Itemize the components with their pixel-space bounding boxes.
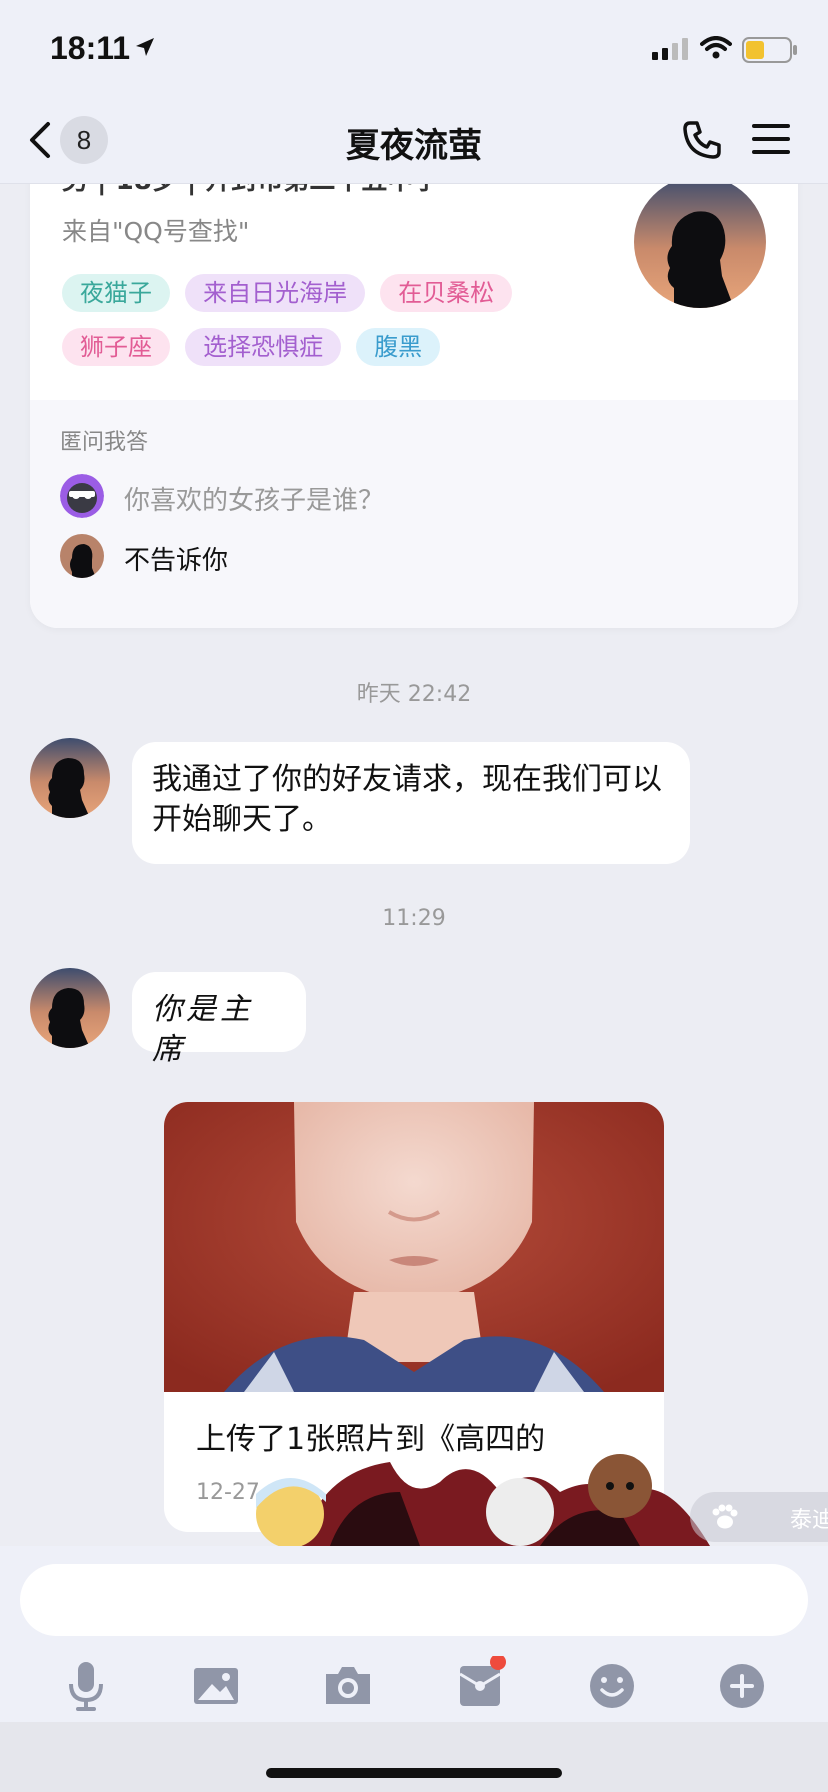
anonymous-avatar-icon	[60, 474, 104, 518]
contact-avatar[interactable]	[30, 738, 110, 818]
camera-icon[interactable]	[318, 1656, 378, 1716]
side-pet-hint[interactable]: 泰迪	[690, 1492, 828, 1542]
shared-photo[interactable]	[164, 1102, 664, 1392]
qa-question: 你喜欢的女孩子是谁？	[124, 486, 385, 516]
chat-header: 8 夏夜流萤	[0, 96, 828, 184]
status-time: 18:11	[50, 30, 131, 66]
location-arrow-icon	[136, 38, 154, 56]
cellular-signal-icon	[652, 38, 688, 60]
status-bar: 18:11	[0, 0, 828, 96]
profile-tags: 夜猫子 来自日光海岸 在贝桑松 狮子座 选择恐惧症 腹黑	[62, 274, 622, 382]
anonymous-qa-section[interactable]: 匿问我答 你喜欢的女孩子是谁？ 不告诉你	[30, 400, 798, 628]
profile-tag[interactable]: 在贝桑松	[380, 274, 513, 312]
contact-avatar-small	[60, 534, 104, 578]
profile-tag[interactable]: 腹黑	[356, 328, 441, 366]
paw-icon	[712, 1504, 738, 1529]
message-input-area	[0, 1546, 828, 1722]
profile-card[interactable]: 男 | 18岁 | 开封市第二十五中学 来自"QQ号查找" 夜猫子 来自日光海岸…	[30, 150, 798, 628]
chat-timestamp: 昨天 22:42	[356, 682, 472, 707]
floating-sticker-decoration	[256, 1454, 710, 1546]
menu-icon[interactable]	[752, 122, 790, 156]
chat-timestamp: 11:29	[382, 906, 446, 931]
home-indicator[interactable]	[266, 1768, 562, 1778]
wifi-icon	[700, 36, 732, 59]
battery-icon	[742, 37, 797, 63]
profile-tag[interactable]: 选择恐惧症	[185, 328, 342, 366]
message-input[interactable]	[20, 1564, 808, 1636]
profile-tag[interactable]: 狮子座	[62, 328, 170, 366]
side-hint-text: 泰迪	[790, 1508, 828, 1533]
qa-title: 匿问我答	[60, 430, 149, 455]
red-packet-icon[interactable]	[450, 1656, 510, 1716]
image-icon[interactable]	[186, 1656, 246, 1716]
plus-icon[interactable]	[712, 1656, 772, 1716]
phone-call-icon[interactable]	[682, 120, 722, 160]
emoji-icon[interactable]	[582, 1656, 642, 1716]
contact-avatar-large[interactable]	[634, 176, 766, 308]
qa-answer: 不告诉你	[124, 546, 229, 576]
contact-avatar[interactable]	[30, 968, 110, 1048]
profile-source: 来自"QQ号查找"	[62, 217, 250, 246]
home-indicator-area	[0, 1722, 828, 1792]
message-bubble[interactable]: 你是主席	[132, 972, 306, 1067]
input-toolbar	[0, 1656, 828, 1716]
profile-tag[interactable]: 来自日光海岸	[185, 274, 366, 312]
profile-tag[interactable]: 夜猫子	[62, 274, 170, 312]
message-bubble[interactable]: 我通过了你的好友请求，现在我们可以开始聊天了。	[132, 742, 690, 864]
microphone-icon[interactable]	[56, 1656, 116, 1716]
